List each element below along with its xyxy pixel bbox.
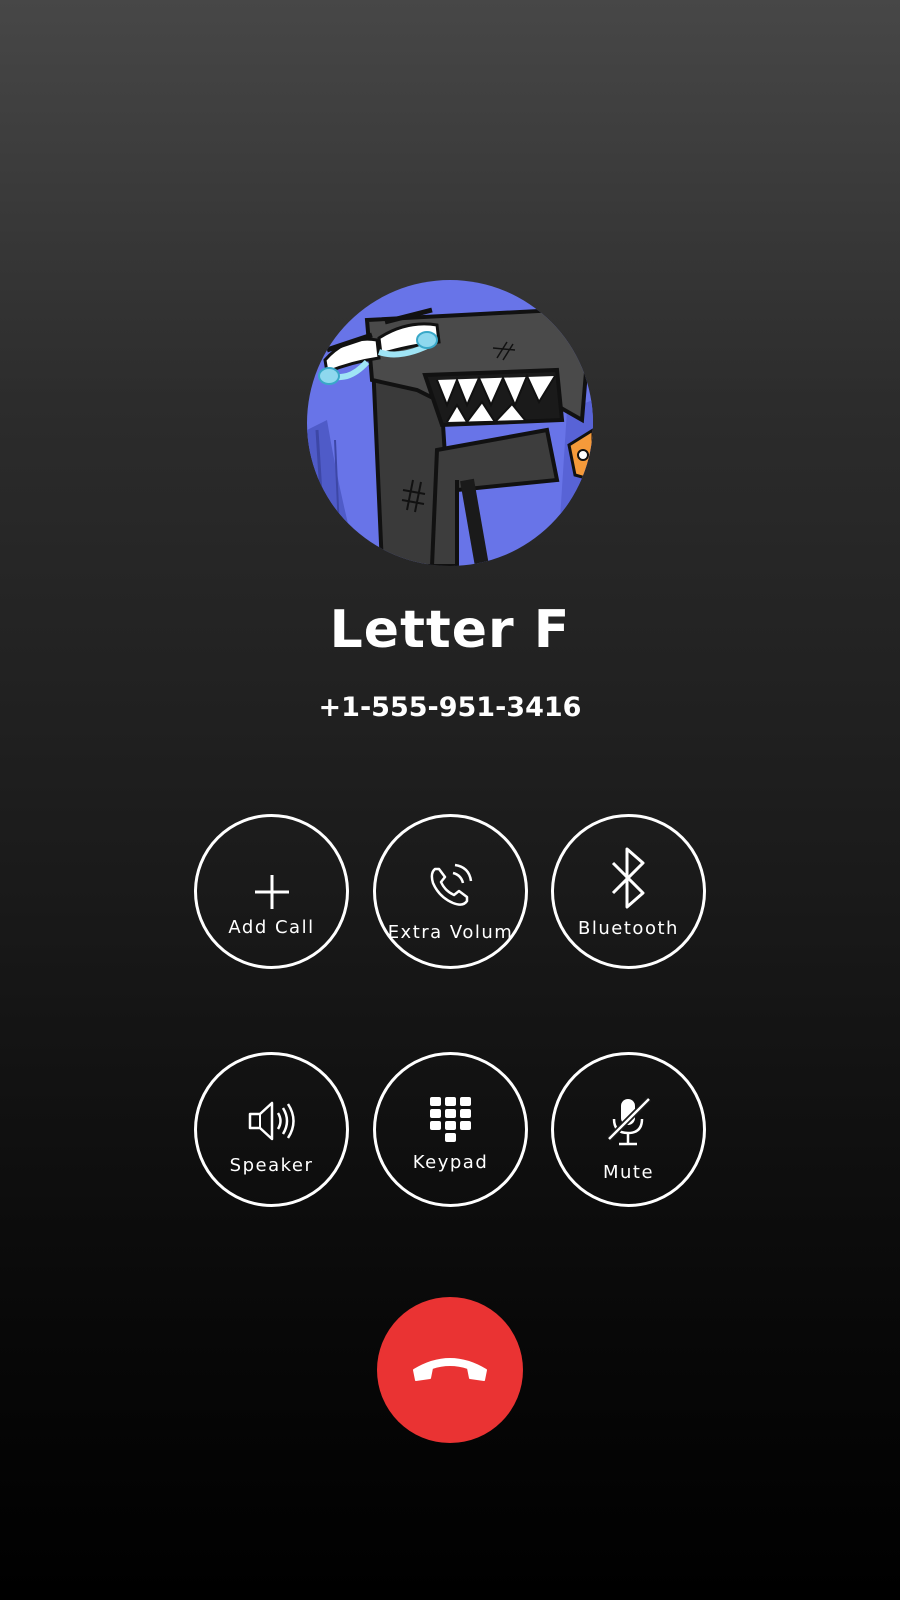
bluetooth-icon: [611, 847, 644, 909]
keypad-icon: [429, 1097, 471, 1142]
end-call-button[interactable]: [377, 1297, 523, 1443]
caller-name: Letter F: [329, 600, 571, 660]
speaker-icon: [248, 1101, 295, 1141]
microphone-muted-icon: [606, 1097, 651, 1146]
bluetooth-button[interactable]: Bluetooth: [551, 814, 706, 969]
call-screen: Letter F +1-555-951-3416 Add Call Extra …: [0, 0, 900, 1600]
letter-f-character-icon: [307, 280, 593, 566]
plus-icon: [254, 875, 289, 909]
mute-label: Mute: [602, 1162, 655, 1183]
phone-volume-icon: [430, 863, 472, 906]
bluetooth-label: Bluetooth: [578, 918, 679, 939]
keypad-button[interactable]: Keypad: [373, 1052, 528, 1207]
speaker-button[interactable]: Speaker: [194, 1052, 349, 1207]
extra-volume-button[interactable]: Extra Volum: [373, 814, 528, 969]
extra-volume-label: Extra Volum: [387, 922, 514, 943]
caller-phone-number: +1-555-951-3416: [318, 692, 582, 723]
caller-avatar: [307, 280, 593, 566]
mute-button[interactable]: Mute: [551, 1052, 706, 1207]
speaker-label: Speaker: [229, 1155, 314, 1176]
keypad-label: Keypad: [412, 1152, 489, 1173]
add-call-button[interactable]: Add Call: [194, 814, 349, 969]
add-call-label: Add Call: [228, 917, 315, 938]
hang-up-icon: [413, 1358, 487, 1381]
